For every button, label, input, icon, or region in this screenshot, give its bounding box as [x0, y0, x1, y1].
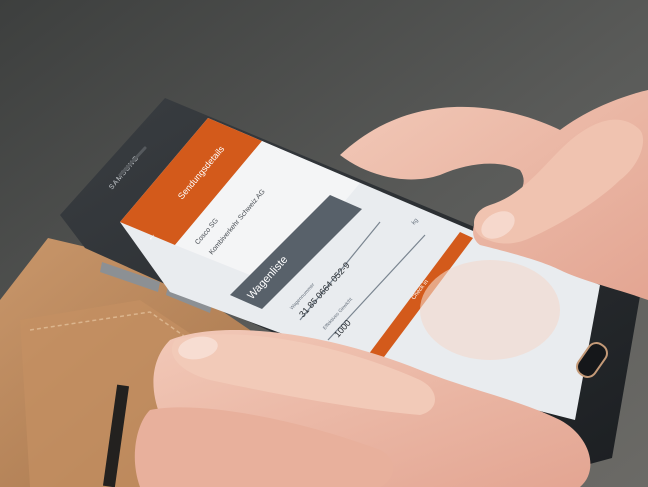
photo-scene: Sendungsdetails Cosco SG Kombiverkehr Sc…	[0, 0, 648, 487]
